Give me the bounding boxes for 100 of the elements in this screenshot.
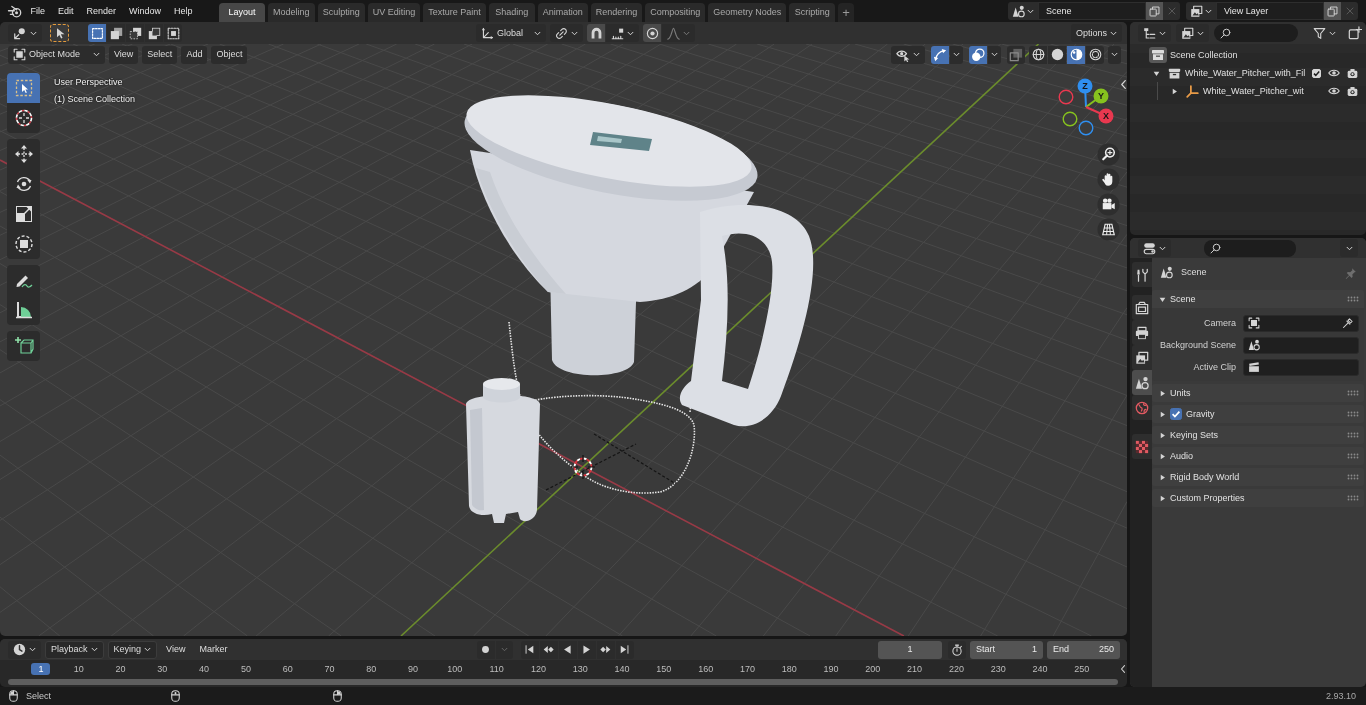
data-block-field[interactable] [1243,358,1359,376]
menu-dropdown[interactable]: Keying [107,640,158,659]
gizmo-negative-x-handle[interactable] [1058,89,1074,105]
menu-item[interactable]: Window [122,3,168,19]
properties-tab[interactable] [1132,434,1152,459]
camera-icon[interactable] [1347,85,1358,97]
data-block-field[interactable] [1243,314,1359,332]
disclosure-triangle-icon[interactable] [1159,494,1166,502]
eye-icon[interactable] [1328,67,1340,79]
select-tool-button[interactable] [50,24,69,42]
chevron-icon[interactable] [1120,79,1127,90]
xray-toggle[interactable] [1007,45,1025,64]
view-layer-name-field[interactable]: View Layer [1216,2,1324,20]
select-mode-button[interactable] [88,24,106,42]
snap-target-dropdown[interactable] [606,24,639,42]
properties-tab[interactable] [1132,395,1152,420]
menu-button[interactable]: Select [142,45,178,64]
transform-tool[interactable] [7,229,40,259]
checkbox[interactable] [1170,408,1182,420]
disclosure-triangle-icon[interactable] [1159,410,1166,418]
shading-mode-button[interactable] [1029,45,1047,64]
panel-header[interactable]: Rigid Body World [1152,468,1364,486]
properties-tab[interactable] [1132,370,1152,395]
magnifier-plus-icon[interactable] [1097,143,1120,166]
panel-header[interactable]: Scene [1152,290,1364,308]
logo-icon[interactable] [7,3,22,19]
gizmo-negative-y-handle[interactable] [1062,111,1078,127]
options-dropdown[interactable]: Options [1070,24,1122,42]
display-mode-button[interactable] [1176,24,1209,42]
search-field[interactable] [1204,239,1296,257]
workspace-tab[interactable]: UV Editing [367,3,421,22]
chevron-icon[interactable] [1120,664,1126,674]
panel-header[interactable]: Audio [1152,447,1364,465]
tree-item[interactable]: Scene Collection [1170,49,1238,61]
hand-icon[interactable] [1097,168,1120,191]
shading-mode-button[interactable] [1048,45,1066,64]
shading-mode-button[interactable] [1067,45,1085,64]
end-frame-field[interactable]: End 250 [1047,640,1120,659]
play-reverse-button[interactable] [558,640,577,659]
new-collection-icon[interactable] [1348,26,1362,40]
add-workspace-button[interactable]: + [838,3,854,22]
camera-icon[interactable] [1347,67,1358,79]
perspective-grid-icon[interactable] [1097,218,1120,241]
editor-type-button[interactable] [1138,239,1171,257]
workspace-tab[interactable]: Shading [488,3,535,22]
workspace-tab[interactable]: Compositing [645,3,706,22]
disclosure-triangle-icon[interactable] [1159,295,1166,303]
tree-item[interactable]: White_Water_Pitcher_with_Fil [1185,67,1306,79]
jump-end-button[interactable] [615,640,634,659]
workspace-tab[interactable]: Texture Paint [423,3,486,22]
record-button[interactable] [476,640,495,659]
pivot-dropdown[interactable] [550,24,583,42]
workspace-tab[interactable]: Rendering [590,3,643,22]
gizmo-toggle[interactable] [931,45,949,64]
disclosure-triangle-icon[interactable] [1152,69,1160,77]
scrollbar[interactable] [8,678,1118,685]
properties-tab[interactable] [1132,295,1152,320]
duplicate-button[interactable] [1146,2,1163,20]
measure-tool[interactable] [7,295,40,325]
annotate-tool[interactable] [7,265,40,295]
disclosure-triangle-icon[interactable] [1159,389,1166,397]
mode-dropdown[interactable]: Object Mode [8,45,105,64]
previous-keyframe-button[interactable] [539,640,558,659]
disclosure-triangle-icon[interactable] [1159,452,1166,460]
proportional-edit-toggle[interactable] [643,24,661,42]
editor-type-button[interactable] [8,640,41,659]
menu-button[interactable]: Object [211,45,248,64]
snap-toggle[interactable] [587,24,605,42]
workspace-tab[interactable]: Sculpting [317,3,365,22]
menu-button[interactable]: Marker [194,640,233,659]
properties-tab[interactable] [1132,262,1152,287]
menu-item[interactable]: Help [167,3,200,19]
panel-header[interactable]: Units [1152,384,1364,402]
gizmo-negative-z-handle[interactable] [1078,120,1094,136]
editor-type-button[interactable] [1138,24,1171,42]
shading-mode-button[interactable] [1086,45,1104,64]
workspace-tab[interactable]: Layout [219,3,266,22]
jump-start-button[interactable] [520,640,539,659]
select-mode-button[interactable] [107,24,125,42]
scene-name-field[interactable]: Scene [1038,2,1146,20]
workspace-tab[interactable]: Modeling [268,3,315,22]
menu-button[interactable]: Add [181,45,208,64]
disclosure-triangle-icon[interactable] [1159,473,1166,481]
panel-header[interactable]: Keying Sets [1152,426,1364,444]
current-frame-field[interactable]: 1 [878,640,942,659]
select-mode-button[interactable] [145,24,163,42]
view-layer-browse-button[interactable] [1186,2,1216,20]
workspace-tab[interactable]: Geometry Nodes [708,3,787,22]
play-button[interactable] [577,640,596,659]
search-field[interactable] [1214,24,1298,42]
eye-icon[interactable] [1328,85,1340,97]
menu-item[interactable]: Render [80,3,123,19]
falloff-dropdown[interactable] [662,24,695,42]
cursor-tool[interactable] [7,103,40,133]
orientation-dropdown[interactable]: Global [476,24,546,42]
menu-item[interactable]: Edit [51,3,81,19]
3d-cursor-icon[interactable] [570,454,596,480]
next-keyframe-button[interactable] [596,640,615,659]
editor-type-button[interactable] [8,24,42,42]
data-block-field[interactable] [1243,336,1359,354]
